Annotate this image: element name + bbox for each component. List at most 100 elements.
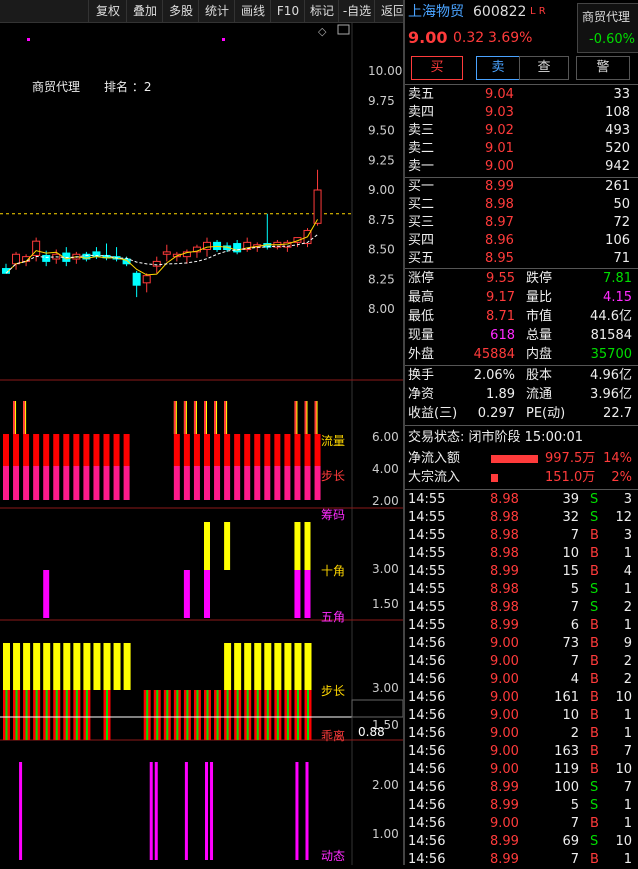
bid-label: 买一: [408, 179, 435, 194]
ask-row: 卖三 9.02 493: [405, 122, 638, 140]
action-button-0[interactable]: 买: [411, 56, 463, 80]
tick-row: 14:56 9.00 2 B 1: [405, 725, 638, 743]
tick-time: 14:56: [408, 762, 446, 777]
indicator-tick: 2.00: [372, 494, 399, 508]
bid-price: 8.99: [485, 179, 514, 194]
price-tick-label: 8.75: [368, 213, 395, 227]
sector-label: 商贸代理: [32, 79, 80, 94]
toolbar-button-6[interactable]: 标记: [304, 0, 339, 22]
ask-label: 卖四: [408, 105, 435, 120]
flow-value: 151.0万: [545, 470, 596, 485]
toolbar-button-4[interactable]: 画线: [234, 0, 271, 22]
ask-price: 9.03: [485, 105, 514, 120]
sector-box[interactable]: 商贸代理 -0.60%: [577, 3, 638, 53]
deviation-bar-stripe: [176, 690, 179, 740]
flow-row: 大宗流入 151.0万 2%: [405, 469, 638, 487]
step-bar: [284, 434, 291, 466]
price-tick-label: 9.00: [368, 183, 395, 197]
fund-label: 换手: [408, 368, 435, 383]
indicator-label-step2: 步长: [321, 684, 345, 698]
chip-bar: [234, 466, 241, 500]
step-bar-yellow: [113, 643, 121, 690]
candle-body[interactable]: [12, 253, 21, 265]
toolbar-button-2[interactable]: 多股: [162, 0, 199, 22]
step-bar: [83, 434, 90, 466]
toolbar-button-1[interactable]: 叠加: [126, 0, 163, 22]
step-bar: [264, 434, 271, 466]
tick-volume: 100: [554, 780, 579, 795]
step-bar-yellow: [103, 643, 111, 690]
chip-bar: [53, 466, 60, 500]
tick-time: 14:56: [408, 654, 446, 669]
chip-bar: [73, 466, 80, 500]
action-button-2[interactable]: 查: [519, 56, 569, 80]
candle-body[interactable]: [152, 260, 161, 267]
fund-value: 0.297: [477, 406, 515, 421]
fund-label: PE(动): [526, 406, 566, 421]
step-bar-yellow: [304, 643, 312, 690]
diamond-icon: ◇: [318, 25, 327, 38]
chart-area[interactable]: ◇ 商贸代理 排名 ：2 10.00 9.75 9.50 9.25 9.00 8.75 8.50 8…: [0, 23, 404, 865]
dynamic-bar: [149, 762, 153, 860]
tick-time: 14:55: [408, 600, 446, 615]
tick-row: 14:56 9.00 4 B 2: [405, 671, 638, 689]
tick-price: 8.98: [490, 582, 519, 597]
star-bar: [43, 570, 50, 618]
tick-count: 1: [623, 708, 632, 723]
tick-price: 8.99: [490, 564, 519, 579]
fund-value: 1.89: [486, 387, 515, 402]
candle-body[interactable]: [162, 251, 171, 255]
candle-body[interactable]: [42, 254, 51, 262]
deviation-bar-stripe: [146, 690, 149, 740]
price-tick-label: 8.50: [368, 243, 395, 257]
step-bar-yellow: [234, 643, 242, 690]
tick-count: 2: [623, 672, 632, 687]
candle-body[interactable]: [132, 272, 141, 286]
toolbar-button-5[interactable]: F10: [270, 0, 305, 22]
candle-body[interactable]: [142, 275, 151, 284]
deviation-bar-stripe: [246, 690, 249, 740]
fund-label: 流通: [526, 387, 553, 402]
deviation-bar-stripe: [55, 690, 58, 740]
flow-bar-red-stripe: [214, 401, 217, 434]
deviation-value: 0.88: [358, 725, 385, 739]
flow-bar-red-stripe: [13, 401, 16, 434]
step-bar-yellow: [294, 643, 302, 690]
toolbar-button-3[interactable]: 统计: [198, 0, 235, 22]
stock-code: 600822: [473, 4, 527, 20]
tick-price: 8.98: [490, 600, 519, 615]
tick-row: 14:55 8.98 39 S 3: [405, 491, 638, 509]
indicator-tick: 2.00: [372, 778, 399, 792]
flow-value: 997.5万: [545, 451, 596, 466]
stat-value: 45884: [473, 347, 515, 362]
stat-value: 4.15: [603, 290, 632, 305]
deviation-bar-stripe: [75, 690, 78, 740]
step-bar-yellow: [93, 643, 101, 690]
step-bar-yellow: [13, 643, 21, 690]
settings-icon[interactable]: [337, 24, 350, 35]
toolbar-button-0[interactable]: 复权: [88, 0, 127, 22]
kline-chart[interactable]: ◇ 商贸代理 排名 ：2 10.00 9.75 9.50 9.25 9.00 8.75 8.50 8…: [0, 23, 404, 865]
ask-row: 卖二 9.01 520: [405, 140, 638, 158]
tick-time: 14:55: [408, 492, 446, 507]
tick-volume: 7: [570, 852, 579, 867]
flow-bar-red-stripe: [173, 401, 176, 434]
action-button-1[interactable]: 卖: [476, 56, 520, 80]
tick-count: 9: [623, 636, 632, 651]
price-change: 0.32: [453, 30, 485, 46]
step-bar: [274, 434, 281, 466]
tick-count: 1: [623, 618, 632, 633]
flow-bar-red-stripe: [204, 401, 206, 434]
tick-volume: 7: [570, 528, 579, 543]
candle-body[interactable]: [313, 189, 322, 224]
step-bar: [314, 434, 321, 466]
chip-bar: [173, 466, 180, 500]
chip-bar: [304, 466, 311, 500]
chip-bar: [244, 466, 251, 500]
step-bar-yellow: [123, 643, 131, 690]
toolbar-button-7[interactable]: -自选: [338, 0, 375, 22]
ask-label: 卖三: [408, 123, 435, 138]
chip-bar: [113, 466, 120, 500]
action-button-3[interactable]: 警: [576, 56, 630, 80]
tick-count: 1: [623, 798, 632, 813]
